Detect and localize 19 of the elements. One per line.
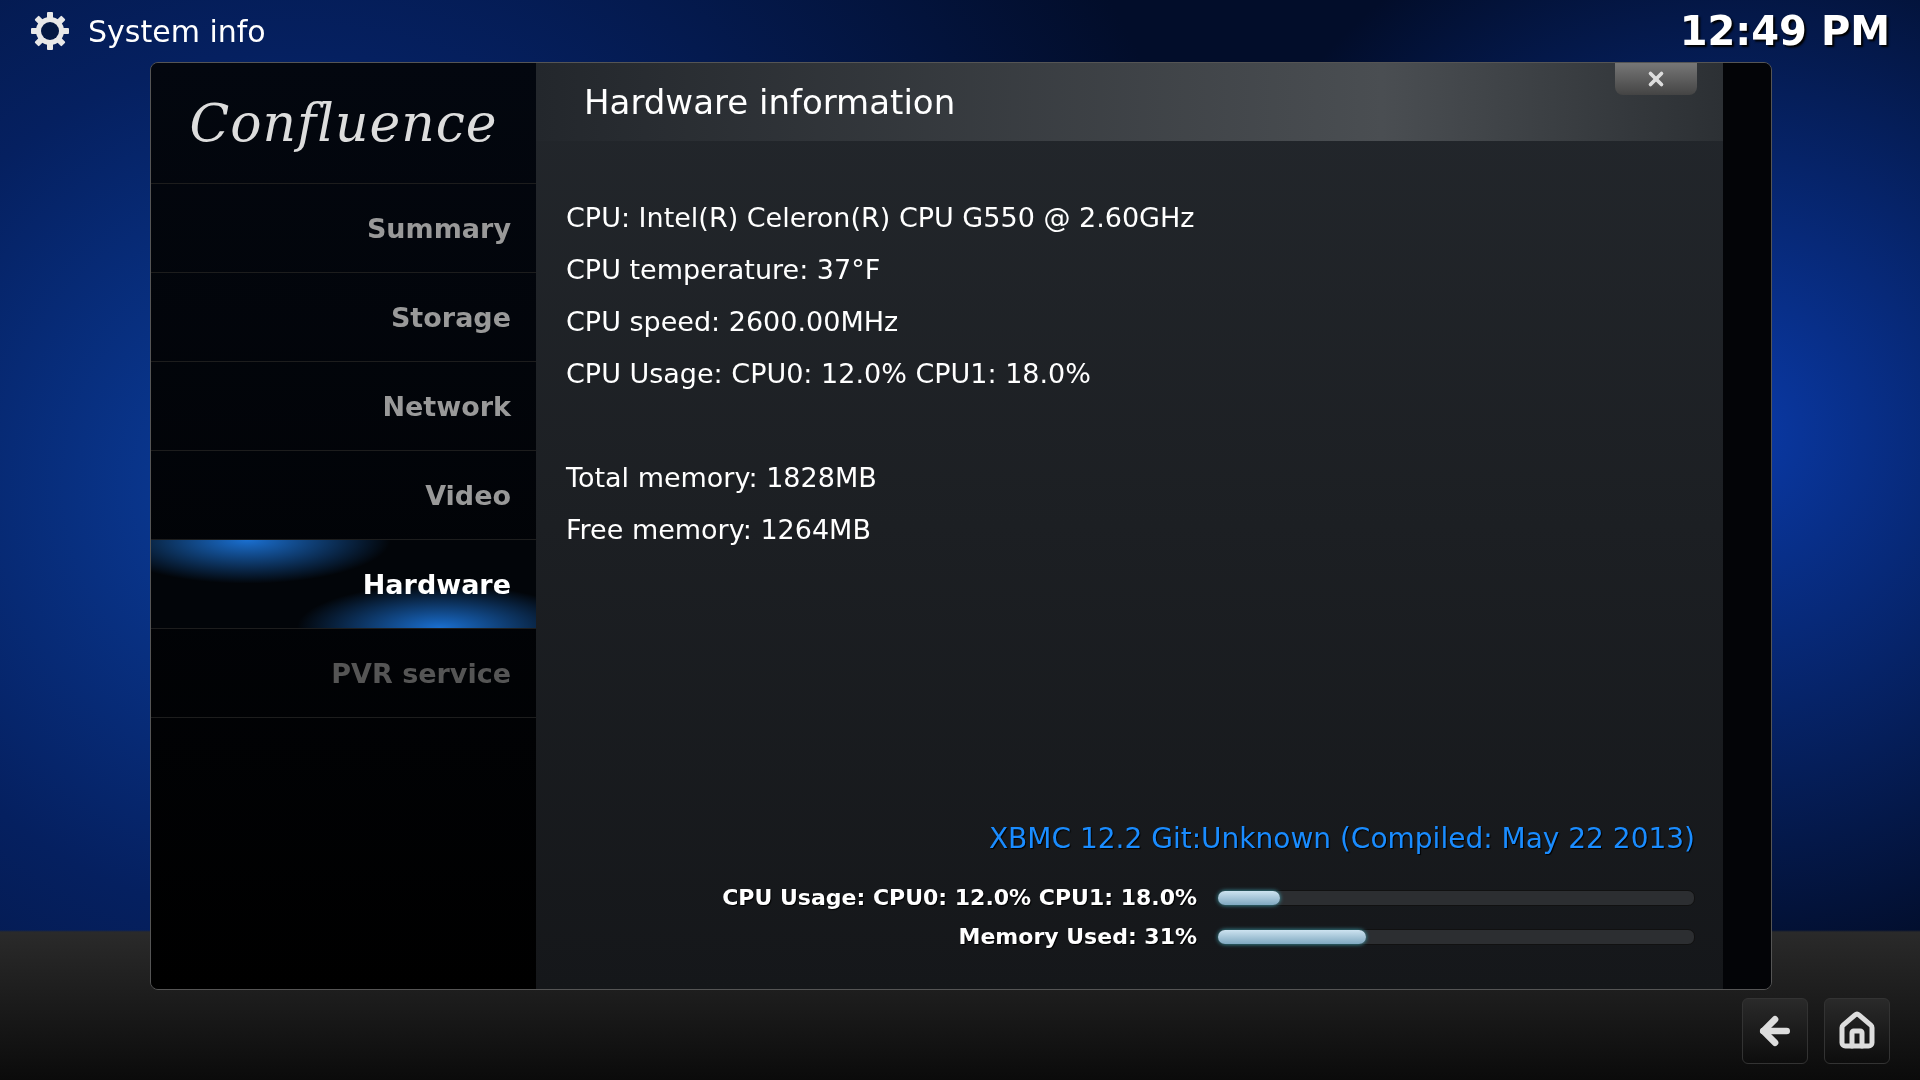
dialog-title: Hardware information <box>584 82 956 122</box>
meter-label: CPU Usage: CPU0: 12.0% CPU1: 18.0% <box>722 885 1197 910</box>
logo: Confluence <box>189 93 498 153</box>
sidebar-item[interactable]: Hardware <box>151 540 536 629</box>
info-line: CPU Usage: CPU0: 12.0% CPU1: 18.0% <box>566 357 1092 391</box>
back-button[interactable] <box>1742 998 1808 1064</box>
gear-icon <box>30 11 70 51</box>
info-line: Free memory: 1264MB <box>566 513 872 547</box>
version-text: XBMC 12.2 Git:Unknown (Compiled: May 22 2013) <box>988 822 1695 855</box>
close-button[interactable] <box>1615 63 1697 95</box>
home-button[interactable] <box>1824 998 1890 1064</box>
clock: 12:49 PM <box>1679 8 1890 54</box>
home-icon <box>1837 1011 1877 1051</box>
screen-title: System info <box>88 13 266 49</box>
info-line: CPU: Intel(R) Celeron(R) CPU G550 @ 2.60GHz <box>566 201 1196 235</box>
info-line: CPU speed: 2600.00MHz <box>566 305 900 339</box>
meter-label: Memory Used: 31% <box>958 924 1197 949</box>
info-line: Total memory: 1828MB <box>566 461 878 495</box>
info-line: CPU temperature: 37°F <box>566 253 882 287</box>
